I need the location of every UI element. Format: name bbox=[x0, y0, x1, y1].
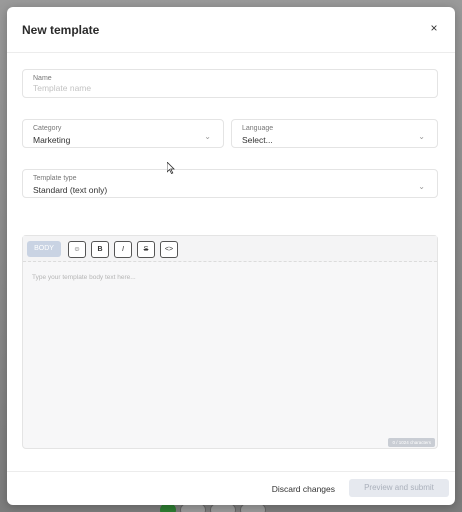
strikethrough-icon[interactable]: S bbox=[137, 241, 155, 258]
language-select[interactable]: Language Select... ⌄ bbox=[231, 119, 438, 148]
category-label: Category bbox=[33, 125, 62, 132]
body-placeholder: Type your template body text here... bbox=[32, 274, 136, 281]
code-icon[interactable]: <> bbox=[160, 241, 178, 258]
template-type-label: Template type bbox=[33, 175, 77, 182]
name-label: Name bbox=[33, 75, 52, 82]
emoji-icon[interactable]: ☺ bbox=[68, 241, 86, 258]
discard-changes-button[interactable]: Discard changes bbox=[272, 484, 335, 494]
chevron-down-icon: ⌄ bbox=[418, 132, 425, 141]
body-editor: BODY ☺ B I S <> Type your template body … bbox=[22, 235, 438, 449]
chevron-down-icon: ⌄ bbox=[418, 182, 425, 191]
template-type-select[interactable]: Template type Standard (text only) ⌄ bbox=[22, 169, 438, 198]
modal-title: New template bbox=[22, 23, 100, 37]
modal-header: New template × bbox=[7, 7, 455, 53]
editor-toolbar: BODY ☺ B I S <> bbox=[23, 236, 437, 262]
body-textarea[interactable]: Type your template body text here... 0 /… bbox=[23, 263, 437, 449]
name-field[interactable]: Name bbox=[22, 69, 438, 98]
bold-icon[interactable]: B bbox=[91, 241, 109, 258]
body-section-tag: BODY bbox=[27, 241, 61, 257]
preview-and-submit-button[interactable]: Preview and submit bbox=[349, 479, 449, 497]
character-counter: 0 / 1024 characters bbox=[388, 438, 435, 447]
category-value: Marketing bbox=[33, 135, 71, 145]
language-label: Language bbox=[242, 125, 274, 132]
template-type-value: Standard (text only) bbox=[33, 185, 108, 195]
close-icon[interactable]: × bbox=[427, 21, 441, 35]
chevron-down-icon: ⌄ bbox=[204, 132, 211, 141]
category-select[interactable]: Category Marketing ⌄ bbox=[22, 119, 224, 148]
italic-icon[interactable]: I bbox=[114, 241, 132, 258]
mouse-cursor-icon bbox=[167, 162, 175, 174]
language-value: Select... bbox=[242, 135, 273, 145]
modal-footer: Discard changes Preview and submit bbox=[7, 471, 455, 505]
name-input[interactable] bbox=[33, 83, 427, 93]
new-template-modal: New template × Name Category Marketing ⌄… bbox=[7, 7, 455, 505]
